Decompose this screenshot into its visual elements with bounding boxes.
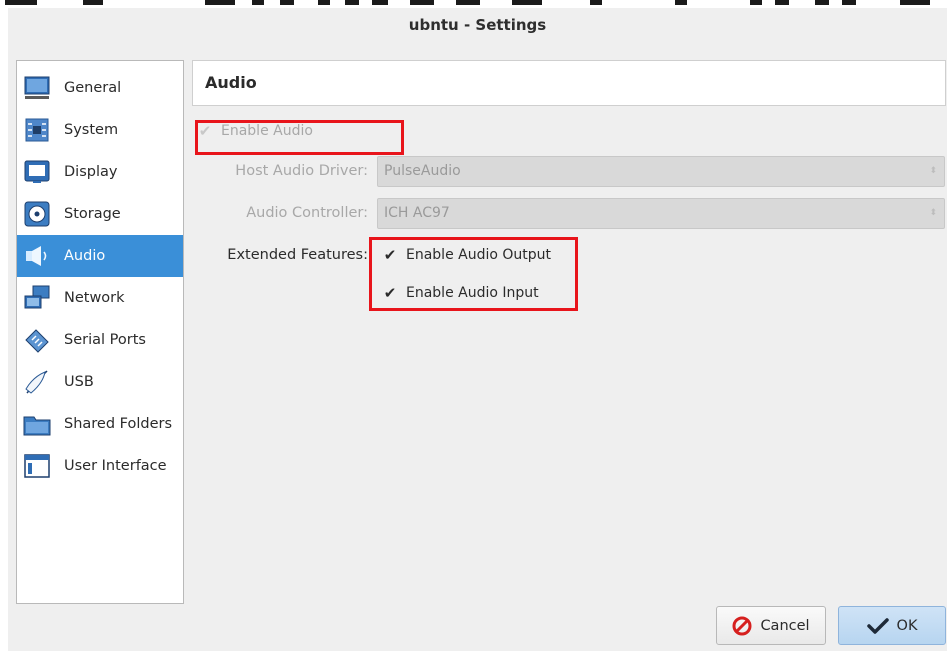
- chip-icon: [23, 116, 51, 144]
- enable-audio-checkbox[interactable]: ✔ Enable Audio: [198, 123, 313, 139]
- sidebar-item-label: User Interface: [64, 458, 167, 474]
- sidebar-item-network[interactable]: Network: [17, 277, 183, 319]
- sidebar-item-serial-ports[interactable]: Serial Ports: [17, 319, 183, 361]
- window-icon: [23, 452, 51, 480]
- host-audio-driver-value: PulseAudio: [384, 163, 461, 179]
- host-audio-driver-select[interactable]: PulseAudio ⬍: [377, 156, 945, 187]
- cancel-icon: [732, 616, 752, 636]
- page-title: Audio: [205, 73, 257, 92]
- audio-controller-select[interactable]: ICH AC97 ⬍: [377, 198, 945, 229]
- updown-arrow-icon: ⬍: [929, 208, 937, 218]
- sidebar-item-display[interactable]: Display: [17, 151, 183, 193]
- audio-controller-value: ICH AC97: [384, 205, 450, 221]
- sidebar-item-audio[interactable]: Audio: [17, 235, 183, 277]
- checkmark-icon: ✔: [383, 284, 397, 302]
- sidebar-item-user-interface[interactable]: User Interface: [17, 445, 183, 487]
- checkmark-icon: [866, 617, 889, 635]
- sidebar-item-label: Storage: [64, 206, 121, 222]
- window-title: ubntu - Settings: [408, 16, 547, 34]
- sidebar-item-usb[interactable]: USB: [17, 361, 183, 403]
- sidebar-item-label: Audio: [64, 248, 106, 264]
- cancel-button[interactable]: Cancel: [716, 606, 826, 645]
- top-icon-strip: [0, 0, 947, 8]
- sidebar-item-label: Shared Folders: [64, 416, 173, 432]
- sidebar-item-shared-folders[interactable]: Shared Folders: [17, 403, 183, 445]
- enable-audio-label: Enable Audio: [221, 123, 313, 139]
- checkmark-icon: ✔: [383, 246, 397, 264]
- enable-audio-input-label: Enable Audio Input: [406, 285, 539, 301]
- monitor-icon: [23, 74, 51, 102]
- folder-icon: [23, 410, 51, 438]
- serial-port-icon: [23, 326, 51, 354]
- sidebar-item-system[interactable]: System: [17, 109, 183, 151]
- extended-features-label: Extended Features:: [227, 247, 368, 263]
- enable-audio-input-checkbox[interactable]: ✔ Enable Audio Input: [383, 285, 539, 301]
- network-icon: [23, 284, 51, 312]
- ok-button[interactable]: OK: [838, 606, 946, 645]
- sidebar-item-label: USB: [64, 374, 94, 390]
- enable-audio-output-checkbox[interactable]: ✔ Enable Audio Output: [383, 247, 551, 263]
- settings-sidebar: General System Display Storage Audio Net…: [16, 60, 184, 604]
- settings-window: ubntu - Settings General System Display …: [8, 8, 947, 651]
- display-icon: [23, 158, 51, 186]
- usb-icon: [23, 368, 51, 396]
- sidebar-item-label: System: [64, 122, 119, 138]
- speaker-icon: [23, 242, 51, 270]
- sidebar-item-label: General: [64, 80, 122, 96]
- storage-icon: [23, 200, 51, 228]
- host-audio-driver-label: Host Audio Driver:: [235, 163, 368, 179]
- audio-controller-label: Audio Controller:: [246, 205, 368, 221]
- page-header: Audio: [192, 60, 946, 106]
- enable-audio-output-label: Enable Audio Output: [406, 247, 552, 263]
- sidebar-item-label: Serial Ports: [64, 332, 146, 348]
- sidebar-item-general[interactable]: General: [17, 67, 183, 109]
- sidebar-item-label: Display: [64, 164, 118, 180]
- cancel-label: Cancel: [760, 617, 810, 634]
- sidebar-item-label: Network: [64, 290, 125, 306]
- checkmark-icon: ✔: [198, 122, 212, 140]
- ok-label: OK: [896, 617, 918, 634]
- updown-arrow-icon: ⬍: [929, 166, 937, 176]
- sidebar-item-storage[interactable]: Storage: [17, 193, 183, 235]
